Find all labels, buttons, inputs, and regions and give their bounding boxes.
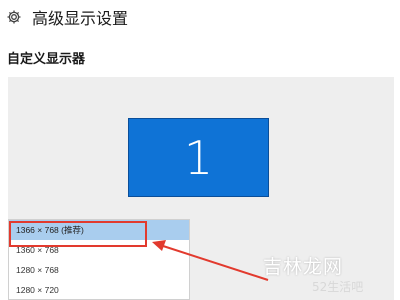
page-title: 高级显示设置 — [32, 9, 129, 28]
resolution-option[interactable]: 1280 × 720 — [9, 280, 189, 299]
advanced-display-settings-page: 高级显示设置 自定义显示器 1 1366 × 768 (推荐) 1360 × 7… — [0, 0, 400, 300]
gear-icon — [7, 10, 21, 24]
resolution-option[interactable]: 1280 × 768 — [9, 260, 189, 280]
monitor-1-tile[interactable]: 1 — [128, 118, 269, 197]
annotation-highlight-box — [9, 221, 147, 247]
section-label-custom-display: 自定义显示器 — [7, 52, 86, 67]
monitor-number: 1 — [183, 130, 214, 185]
header: 高级显示设置 — [6, 4, 128, 30]
watermark-subtext: 52生活吧 — [312, 280, 364, 294]
watermark-text: 吉林龙网 — [263, 256, 344, 278]
